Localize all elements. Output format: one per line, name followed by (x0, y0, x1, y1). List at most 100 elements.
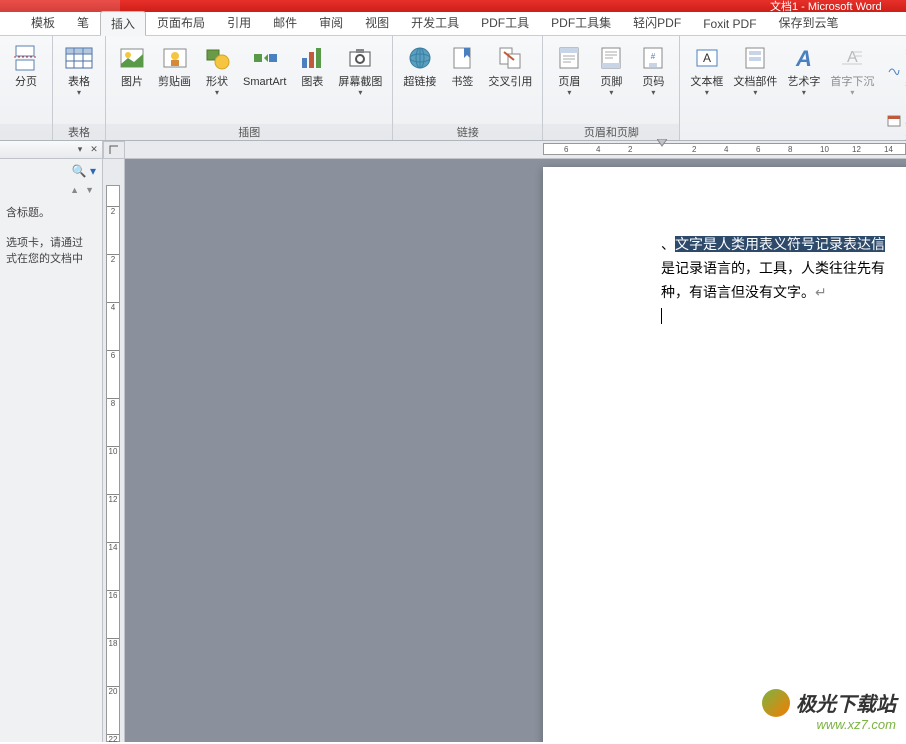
quickparts-icon (739, 42, 771, 74)
tab-developer[interactable]: 开发工具 (400, 10, 470, 35)
tab-foxit-pdf[interactable]: Foxit PDF (692, 13, 767, 35)
datetime-button[interactable]: 日期和 (884, 96, 906, 146)
quickparts-button[interactable]: 文档部件 ▾ (729, 40, 781, 99)
ribbon-group-tables: 表格 ▾ 表格 (53, 36, 106, 140)
header-icon (553, 42, 585, 74)
clipart-icon (159, 42, 191, 74)
ribbon-group-text: A 文本框 ▾ 文档部件 ▾ A 艺术字 ▾ A 首字下沉 ▾ (680, 36, 906, 140)
selected-text[interactable]: 文字是人类用表义符号记录表达信 (675, 236, 885, 252)
footer-icon (595, 42, 627, 74)
horizontal-ruler[interactable]: 6 4 2 2 4 6 8 10 12 14 (125, 141, 906, 159)
svg-text:#: # (651, 52, 656, 61)
dropdown-arrow-icon: ▾ (215, 88, 219, 97)
dropdown-arrow-icon: ▾ (651, 88, 655, 97)
quick-access-toolbar[interactable] (0, 0, 120, 12)
crossref-button[interactable]: 交叉引用 (484, 40, 536, 90)
picture-button[interactable]: 图片 (112, 40, 152, 90)
screenshot-button[interactable]: 屏幕截图 ▾ (334, 40, 386, 99)
tab-references[interactable]: 引用 (216, 10, 262, 35)
document-page: 、文字是人类用表义符号记录表达信 是记录语言的，工具，人类往往先有 种，有语言但… (543, 167, 906, 742)
watermark-logo-icon (762, 689, 790, 717)
tab-template[interactable]: 模板 (20, 10, 66, 35)
chart-button[interactable]: 图表 (292, 40, 332, 90)
page-break-button[interactable]: 分页 (6, 40, 46, 90)
nav-body: 含标题。 选项卡，请通过 式在您的文档中 (0, 197, 102, 289)
header-button[interactable]: 页眉 ▾ (549, 40, 589, 99)
nav-dropdown-icon[interactable]: ▾ (74, 144, 86, 156)
wordart-button[interactable]: A 艺术字 ▾ (783, 40, 824, 99)
picture-icon (116, 42, 148, 74)
nav-hint-text: 选项卡，请通过 式在您的文档中 (6, 235, 96, 267)
nav-search-row: 🔍 ▾ (0, 159, 102, 183)
tab-pdf-toolset[interactable]: PDF工具集 (540, 10, 622, 35)
document-area: 6 4 2 2 4 6 8 10 12 14 、文字是人类用表义符号记录表达信 … (125, 141, 906, 742)
ruler-corner[interactable] (103, 141, 125, 159)
signature-icon (887, 61, 901, 77)
dropdown-arrow-icon: ▾ (753, 88, 757, 97)
signature-button[interactable]: 签名行 (884, 44, 906, 94)
shapes-button[interactable]: 形状 ▾ (197, 40, 237, 99)
ribbon-group-headerfooter: 页眉 ▾ 页脚 ▾ # 页码 ▾ 页眉和页脚 (543, 36, 680, 140)
tab-pdf-tools[interactable]: PDF工具 (470, 10, 540, 35)
text-line-2: 是记录语言的，工具，人类往往先有 (661, 260, 885, 276)
clipart-button[interactable]: 剪贴画 (154, 40, 195, 90)
dropcap-icon: A (836, 42, 868, 74)
window-title: 文档1 - Microsoft Word (770, 0, 882, 14)
watermark-title: 极光下载站 (796, 688, 896, 717)
dropdown-arrow-icon: ▾ (850, 88, 854, 97)
bullet-char: 、 (661, 236, 675, 252)
tab-view[interactable]: 视图 (354, 10, 400, 35)
bookmark-icon (446, 42, 478, 74)
workspace: ▾ ✕ 🔍 ▾ ▲ ▼ 含标题。 选项卡，请通过 式在您的文档中 2 2 4 6… (0, 141, 906, 742)
document-canvas[interactable]: 、文字是人类用表义符号记录表达信 是记录语言的，工具，人类往往先有 种，有语言但… (125, 159, 906, 742)
tab-insert[interactable]: 插入 (100, 11, 146, 36)
textbox-button[interactable]: A 文本框 ▾ (686, 40, 727, 99)
pagenum-button[interactable]: # 页码 ▾ (633, 40, 673, 99)
nav-down-icon[interactable]: ▼ (85, 185, 94, 195)
smartart-button[interactable]: SmartArt (239, 40, 290, 90)
screenshot-icon (344, 42, 376, 74)
smartart-icon (249, 42, 281, 74)
close-icon[interactable]: ✕ (88, 144, 100, 156)
watermark-url: www.xz7.com (762, 717, 896, 732)
search-icon[interactable]: 🔍 ▾ (72, 164, 96, 178)
dropdown-arrow-icon: ▾ (609, 88, 613, 97)
footer-button[interactable]: 页脚 ▾ (591, 40, 631, 99)
page-break-icon (10, 42, 42, 74)
tab-light-pdf[interactable]: 轻闪PDF (622, 10, 692, 35)
nav-up-icon[interactable]: ▲ (70, 185, 79, 195)
hyperlink-button[interactable]: 超链接 (399, 40, 440, 90)
tab-mailings[interactable]: 邮件 (262, 10, 308, 35)
nav-heading-text: 含标题。 (6, 205, 96, 221)
tab-review[interactable]: 审阅 (308, 10, 354, 35)
chart-icon (296, 42, 328, 74)
navigation-pane: ▾ ✕ 🔍 ▾ ▲ ▼ 含标题。 选项卡，请通过 式在您的文档中 (0, 141, 103, 742)
table-button[interactable]: 表格 ▾ (59, 40, 99, 99)
bookmark-button[interactable]: 书签 (442, 40, 482, 90)
hyperlink-icon (404, 42, 436, 74)
table-icon (63, 42, 95, 74)
ribbon-group-links: 超链接 书签 交叉引用 链接 (393, 36, 543, 140)
vertical-ruler[interactable]: 2 2 4 6 8 10 12 14 16 18 20 22 (103, 159, 125, 742)
tab-page-layout[interactable]: 页面布局 (146, 10, 216, 35)
dropdown-arrow-icon: ▾ (358, 88, 362, 97)
ribbon-tabs: 模板 笔 插入 页面布局 引用 邮件 审阅 视图 开发工具 PDF工具 PDF工… (0, 12, 906, 36)
textbox-icon: A (691, 42, 723, 74)
dropdown-arrow-icon: ▾ (802, 88, 806, 97)
tab-pen[interactable]: 笔 (66, 10, 100, 35)
ribbon-group-illustrations: 图片 剪贴画 形状 ▾ SmartArt 图表 屏幕截图 (106, 36, 393, 140)
indent-marker-icon[interactable] (657, 139, 667, 147)
ribbon-group-pages: 分页 (0, 36, 53, 140)
dropdown-arrow-icon: ▾ (567, 88, 571, 97)
watermark: 极光下载站 www.xz7.com (762, 688, 896, 732)
wordart-icon: A (788, 42, 820, 74)
dropcap-button[interactable]: A 首字下沉 ▾ (826, 40, 878, 99)
datetime-icon (887, 113, 901, 129)
text-line-3: 种，有语言但没有文字。 (661, 284, 815, 300)
dropdown-arrow-icon: ▾ (77, 88, 81, 97)
dropdown-arrow-icon: ▾ (705, 88, 709, 97)
svg-text:A: A (795, 46, 812, 71)
crossref-icon (494, 42, 526, 74)
shapes-icon (201, 42, 233, 74)
page-content[interactable]: 、文字是人类用表义符号记录表达信 是记录语言的，工具，人类往往先有 种，有语言但… (661, 233, 906, 329)
